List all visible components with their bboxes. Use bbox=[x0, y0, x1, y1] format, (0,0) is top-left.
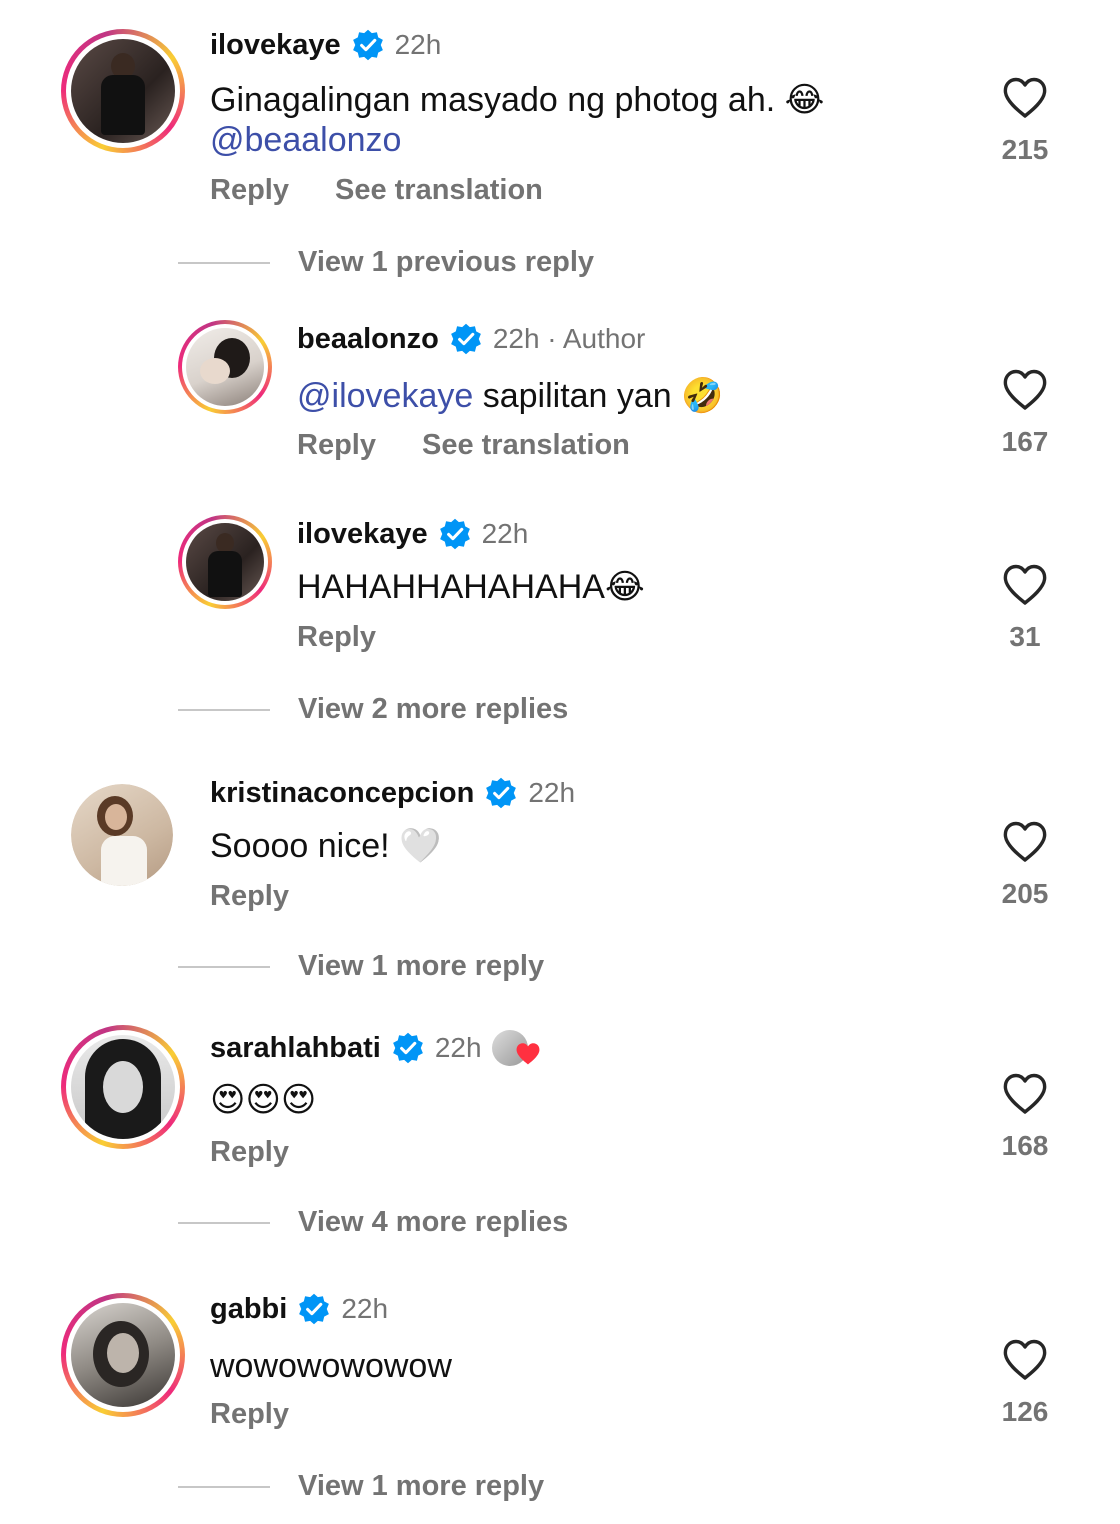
view-replies-button[interactable]: View 1 more reply bbox=[178, 1470, 544, 1503]
avatar[interactable] bbox=[178, 320, 272, 414]
username[interactable]: ilovekaye bbox=[210, 29, 341, 62]
like-count: 168 bbox=[1001, 1130, 1049, 1161]
avatar[interactable] bbox=[71, 784, 173, 886]
divider bbox=[178, 1221, 270, 1224]
reply-button[interactable]: Reply bbox=[210, 1136, 289, 1169]
heart-outline-icon[interactable] bbox=[1001, 818, 1049, 866]
heart-outline-icon[interactable] bbox=[1001, 1336, 1049, 1384]
verified-badge-icon bbox=[449, 322, 483, 356]
timestamp: 22h · Author bbox=[492, 323, 646, 354]
divider bbox=[178, 1485, 270, 1488]
like-count: 167 bbox=[1001, 426, 1049, 457]
timestamp: 22h bbox=[434, 1032, 482, 1063]
comment-body: sapilitan yan 🤣 bbox=[473, 377, 724, 415]
heart-outline-icon[interactable] bbox=[1001, 74, 1049, 122]
view-replies-label[interactable]: View 4 more replies bbox=[298, 1206, 568, 1239]
reply-button[interactable]: Reply bbox=[297, 429, 376, 462]
avatar[interactable] bbox=[61, 1293, 185, 1417]
verified-badge-icon bbox=[438, 517, 472, 551]
timestamp: 22h bbox=[394, 29, 442, 60]
comment-text: Soooo nice! 🤍 bbox=[210, 827, 442, 865]
avatar[interactable] bbox=[61, 1025, 185, 1149]
timestamp: 22h bbox=[481, 518, 529, 549]
mention-link[interactable]: @ilovekaye bbox=[297, 377, 473, 415]
like-control: 205 bbox=[980, 818, 1070, 910]
like-control: 126 bbox=[980, 1336, 1070, 1428]
comment-gabbi: gabbi 22h wowowowowow Reply 126 View 1 m… bbox=[0, 1276, 1120, 1516]
view-replies-label[interactable]: View 1 previous reply bbox=[298, 246, 594, 279]
comment-sarahlahbati: sarahlahbati 22h 😍😍😍 Reply 168 View 4 mo… bbox=[0, 1012, 1120, 1252]
view-replies-label[interactable]: View 2 more replies bbox=[298, 693, 568, 726]
username[interactable]: ilovekaye bbox=[297, 518, 428, 551]
comment-text: @ilovekaye sapilitan yan 🤣 bbox=[297, 376, 724, 416]
divider bbox=[178, 261, 270, 264]
reply-button[interactable]: Reply bbox=[210, 174, 289, 207]
view-replies-button[interactable]: View 4 more replies bbox=[178, 1206, 568, 1239]
heart-outline-icon[interactable] bbox=[1001, 1070, 1049, 1118]
view-replies-label[interactable]: View 1 more reply bbox=[298, 1470, 544, 1503]
reply-beaalonzo: beaalonzo 22h · Author @ilovekaye sapili… bbox=[0, 300, 1120, 490]
heart-outline-icon[interactable] bbox=[1001, 366, 1049, 414]
like-control: 31 bbox=[980, 561, 1070, 653]
reply-button[interactable]: Reply bbox=[297, 621, 376, 654]
comment-text: HAHAHHAHAHAHA😂 bbox=[297, 568, 645, 606]
verified-badge-icon bbox=[484, 776, 518, 810]
divider bbox=[178, 708, 270, 711]
verified-badge-icon bbox=[297, 1292, 331, 1326]
comment-ilovekaye: ilovekaye 22h Ginagalingan masyado ng ph… bbox=[0, 0, 1120, 290]
heart-outline-icon[interactable] bbox=[1001, 561, 1049, 609]
avatar[interactable] bbox=[61, 29, 185, 153]
view-replies-button[interactable]: View 2 more replies bbox=[178, 693, 568, 726]
like-control: 167 bbox=[980, 366, 1070, 458]
username[interactable]: gabbi bbox=[210, 1293, 287, 1326]
mention-link[interactable]: @beaalonzo bbox=[210, 120, 401, 160]
comment-text: 😍😍😍 bbox=[210, 1081, 317, 1119]
like-count: 126 bbox=[1001, 1396, 1049, 1427]
view-replies-button[interactable]: View 1 more reply bbox=[178, 950, 544, 983]
see-translation-button[interactable]: See translation bbox=[335, 174, 543, 207]
timestamp: 22h bbox=[341, 1293, 389, 1324]
reply-ilovekaye: ilovekaye 22h HAHAHHAHAHAHA😂 Reply 31 Vi… bbox=[0, 495, 1120, 745]
username[interactable]: kristinaconcepcion bbox=[210, 777, 474, 810]
view-replies-label[interactable]: View 1 more reply bbox=[298, 950, 544, 983]
like-control: 215 bbox=[980, 74, 1070, 166]
comment-text: wowowowowow bbox=[210, 1347, 452, 1385]
like-count: 215 bbox=[1001, 134, 1049, 165]
comment-kristinaconcepcion: kristinaconcepcion 22h Soooo nice! 🤍 Rep… bbox=[0, 760, 1120, 1000]
timestamp: 22h bbox=[528, 777, 576, 808]
like-count: 31 bbox=[1009, 621, 1041, 652]
username[interactable]: sarahlahbati bbox=[210, 1032, 381, 1065]
like-count: 205 bbox=[1001, 878, 1049, 909]
reply-button[interactable]: Reply bbox=[210, 880, 289, 913]
reply-button[interactable]: Reply bbox=[210, 1398, 289, 1431]
see-translation-button[interactable]: See translation bbox=[422, 429, 630, 462]
divider bbox=[178, 965, 270, 968]
verified-badge-icon bbox=[351, 28, 385, 62]
username[interactable]: beaalonzo bbox=[297, 323, 439, 356]
avatar[interactable] bbox=[178, 515, 272, 609]
comment-text: Ginagalingan masyado ng photog ah. 😂 bbox=[210, 80, 824, 120]
verified-badge-icon bbox=[391, 1031, 425, 1065]
comment-body: Ginagalingan masyado ng photog ah. 😂 bbox=[210, 81, 825, 119]
like-control: 168 bbox=[980, 1070, 1070, 1162]
view-replies-button[interactable]: View 1 previous reply bbox=[178, 246, 594, 279]
liked-by-author-icon bbox=[491, 1028, 544, 1068]
